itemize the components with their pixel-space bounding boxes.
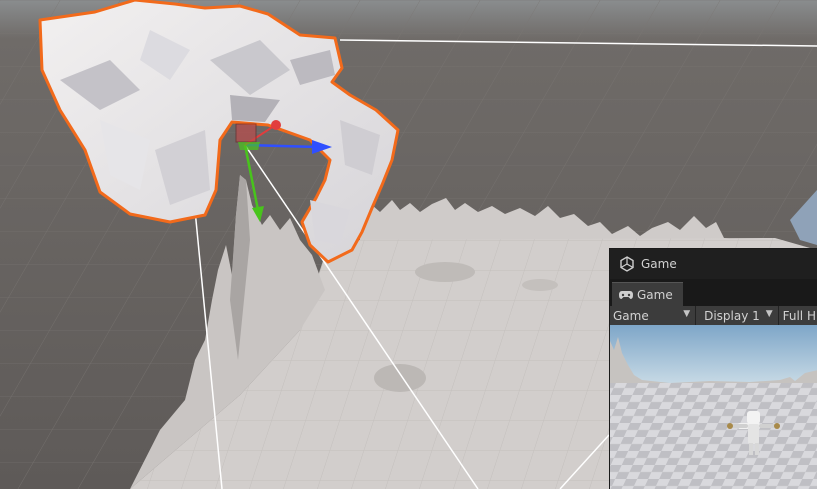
- game-tab-row: Game: [610, 280, 817, 307]
- gizmo-center[interactable]: [238, 142, 260, 150]
- view-mode-value: Game: [613, 309, 649, 323]
- terrain-bump: [374, 364, 426, 392]
- tab-game-label: Game: [637, 288, 673, 302]
- terrain-bump: [522, 279, 558, 291]
- aspect-value: Full H: [782, 309, 816, 323]
- game-view[interactable]: [610, 325, 817, 489]
- gamepad-icon: [618, 289, 634, 301]
- game-sky: [610, 325, 817, 385]
- game-toolbar: Game ▼ Display 1 ▼ Full H: [610, 306, 817, 327]
- display-value: Display 1: [704, 309, 760, 323]
- gizmo-x-handle[interactable]: [271, 120, 281, 130]
- dropdown-arrow-icon: ▼: [683, 309, 691, 319]
- tab-game[interactable]: Game: [612, 282, 683, 307]
- game-window-titlebar[interactable]: Game: [610, 249, 817, 280]
- terrain-bump: [415, 262, 475, 282]
- game-window-title: Game: [641, 257, 677, 271]
- view-mode-dropdown[interactable]: Game ▼: [610, 306, 697, 326]
- game-window[interactable]: Game Game Game ▼ Display 1 ▼ Full H: [609, 248, 817, 489]
- game-floor: [610, 383, 817, 489]
- gizmo-plane-handle[interactable]: [235, 123, 257, 143]
- dropdown-arrow-icon: ▼: [765, 309, 773, 319]
- aspect-dropdown[interactable]: Full H: [779, 306, 817, 326]
- unity-logo-icon: [619, 256, 635, 272]
- display-dropdown[interactable]: Display 1 ▼: [696, 306, 779, 326]
